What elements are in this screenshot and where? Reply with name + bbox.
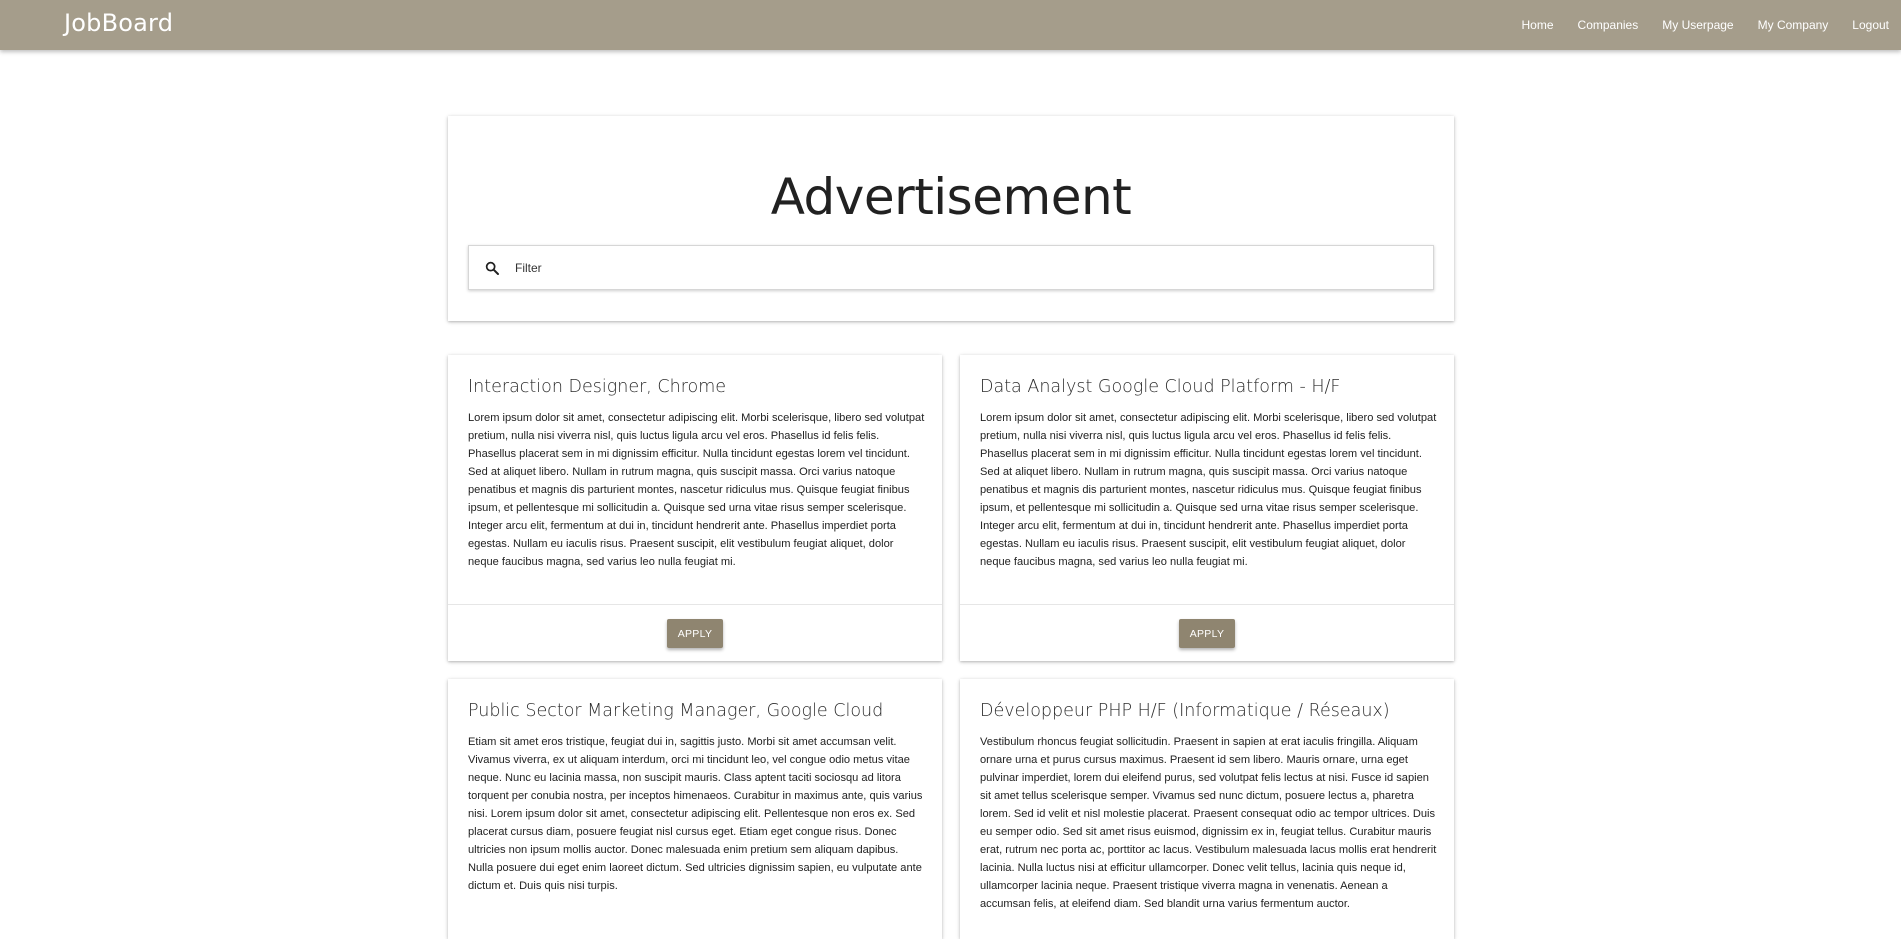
job-card: Data Analyst Google Cloud Platform - H/F… [960,355,1454,661]
top-navbar: JobBoard Home Companies My Userpage My C… [0,0,1901,50]
page-title: Advertisement [770,168,1132,226]
nav-link-companies[interactable]: Companies [1566,18,1651,32]
card-divider [960,604,1454,605]
nav-link-logout[interactable]: Logout [1840,18,1901,32]
job-title: Interaction Designer, Chrome [468,377,727,397]
nav-links: Home Companies My Userpage My Company Lo… [1510,0,1901,50]
job-description: Etiam sit amet eros tristique, feugiat d… [468,736,923,892]
job-title: Data Analyst Google Cloud Platform - H/F [980,377,1341,397]
nav-link-my-company[interactable]: My Company [1746,18,1841,32]
job-title: Développeur PHP H/F (Informatique / Rése… [980,701,1390,721]
filter-box[interactable] [468,245,1434,290]
job-description: Lorem ipsum dolor sit amet, consectetur … [980,412,1437,568]
job-title: Public Sector Marketing Manager, Google … [468,701,884,721]
filter-input[interactable] [515,247,1433,288]
apply-button[interactable]: APPLY [667,619,723,648]
nav-link-home[interactable]: Home [1510,18,1566,32]
job-card: Développeur PHP H/F (Informatique / Rése… [960,679,1454,939]
nav-link-my-userpage[interactable]: My Userpage [1650,18,1745,32]
search-icon [469,245,515,290]
advertisement-header-card: Advertisement [448,116,1454,321]
job-description: Vestibulum rhoncus feugiat sollicitudin.… [980,736,1437,910]
job-description: Lorem ipsum dolor sit amet, consectetur … [468,412,925,568]
job-card: Public Sector Marketing Manager, Google … [448,679,942,939]
card-divider [448,604,942,605]
apply-button[interactable]: APPLY [1179,619,1235,648]
job-card: Interaction Designer, Chrome Lorem ipsum… [448,355,942,661]
brand-logo[interactable]: JobBoard [64,9,173,37]
